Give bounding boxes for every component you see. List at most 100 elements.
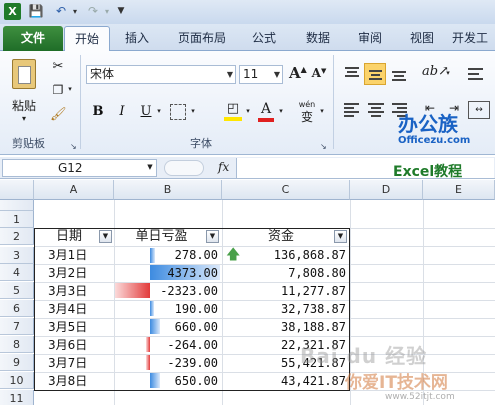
- tab-data[interactable]: 数据: [298, 26, 338, 51]
- insert-function-icon[interactable]: fx: [218, 160, 229, 174]
- date-cell[interactable]: 3月8日: [48, 373, 87, 390]
- fund-cell[interactable]: 38,188.87: [222, 319, 346, 336]
- shrink-font-button[interactable]: A▼: [311, 66, 327, 80]
- fund-cell[interactable]: 136,868.87: [222, 247, 346, 264]
- column-header-b[interactable]: B: [114, 180, 222, 200]
- align-center-button[interactable]: [366, 101, 386, 119]
- daily-pl-cell[interactable]: 660.00: [114, 319, 218, 336]
- fund-cell[interactable]: 7,808.80: [222, 265, 346, 282]
- row-header[interactable]: 7: [0, 318, 34, 335]
- daily-pl-cell[interactable]: 4373.00: [114, 265, 218, 282]
- fund-cell[interactable]: 43,421.87: [222, 373, 346, 390]
- tab-formulas[interactable]: 公式: [244, 26, 284, 51]
- fill-color-dropdown-icon[interactable]: ▾: [244, 107, 252, 115]
- column-header-e[interactable]: E: [423, 180, 495, 200]
- fund-cell[interactable]: 32,738.87: [222, 301, 346, 318]
- tab-view[interactable]: 视图: [402, 26, 442, 51]
- date-cell[interactable]: 3月3日: [48, 283, 87, 300]
- date-cell[interactable]: 3月4日: [48, 301, 87, 318]
- row-header[interactable]: 5: [0, 282, 34, 299]
- align-middle-button[interactable]: [364, 63, 386, 85]
- site-watermark: 你爱IT技术网: [345, 373, 448, 393]
- copy-icon[interactable]: ❐: [50, 83, 66, 97]
- customize-toolbar-icon[interactable]: ▼: [116, 3, 126, 20]
- tab-insert[interactable]: 插入: [117, 26, 157, 51]
- row-header[interactable]: 11: [0, 390, 34, 405]
- redo-dropdown-icon[interactable]: ▾: [103, 3, 111, 20]
- undo-dropdown-icon[interactable]: ▾: [71, 3, 79, 20]
- borders-icon[interactable]: [170, 104, 186, 120]
- cut-icon[interactable]: ✂: [50, 59, 66, 74]
- column-header-d[interactable]: D: [350, 180, 423, 200]
- row-header[interactable]: 10: [0, 372, 34, 389]
- save-icon[interactable]: 💾: [28, 3, 44, 20]
- date-cell[interactable]: 3月1日: [48, 247, 87, 264]
- date-cell[interactable]: 3月7日: [48, 355, 87, 372]
- italic-button[interactable]: I: [112, 102, 132, 122]
- fund-cell[interactable]: 11,277.87: [222, 283, 346, 300]
- grow-font-button[interactable]: A▲: [289, 64, 307, 82]
- font-size-value: 11: [243, 67, 259, 81]
- name-box[interactable]: G12: [2, 159, 157, 177]
- tab-home[interactable]: 开始: [64, 26, 110, 51]
- select-all-corner[interactable]: [0, 180, 34, 200]
- column-header-c[interactable]: C: [222, 180, 350, 200]
- tab-file[interactable]: 文件: [3, 26, 63, 51]
- align-left-button[interactable]: [342, 101, 362, 119]
- row-header[interactable]: 4: [0, 264, 34, 281]
- orientation-dropdown-icon[interactable]: ▾: [444, 69, 452, 77]
- brand-logo-url: Officezu.com: [398, 135, 471, 146]
- column-header-a[interactable]: A: [34, 180, 114, 200]
- paste-button[interactable]: 粘贴 ▾: [6, 57, 42, 125]
- daily-pl-cell[interactable]: 650.00: [114, 373, 218, 390]
- daily-pl-cell[interactable]: 190.00: [114, 301, 218, 318]
- font-name-combo[interactable]: 宋体 ▼: [86, 65, 236, 84]
- daily-pl-cell[interactable]: -264.00: [114, 337, 218, 354]
- group-separator: [333, 55, 334, 149]
- date-cell[interactable]: 3月2日: [48, 265, 87, 282]
- underline-button[interactable]: U: [136, 102, 156, 122]
- tab-page-layout[interactable]: 页面布局: [170, 26, 234, 51]
- fill-color-icon[interactable]: ◰: [224, 101, 242, 123]
- format-painter-icon[interactable]: 🖌: [50, 107, 67, 122]
- row-header[interactable]: 2: [0, 228, 34, 245]
- date-cell[interactable]: 3月6日: [48, 337, 87, 354]
- orientation-icon[interactable]: ab↗: [422, 64, 449, 79]
- font-color-dropdown-icon[interactable]: ▾: [277, 107, 285, 115]
- daily-pl-cell[interactable]: 278.00: [114, 247, 218, 264]
- font-size-combo[interactable]: 11 ▼: [239, 65, 283, 84]
- grow-font-label: A: [289, 64, 301, 82]
- formula-bar-resize-handle[interactable]: [164, 160, 204, 176]
- borders-dropdown-icon[interactable]: ▾: [189, 107, 197, 115]
- align-top-button[interactable]: [342, 65, 362, 83]
- font-color-icon[interactable]: A: [258, 101, 274, 123]
- row-header[interactable]: 8: [0, 336, 34, 353]
- tab-review[interactable]: 审阅: [350, 26, 390, 51]
- font-name-value: 宋体: [90, 67, 115, 81]
- excel-app-icon[interactable]: X: [4, 3, 21, 20]
- font-dialog-launcher-icon[interactable]: ↘: [320, 142, 327, 151]
- row-header[interactable]: 6: [0, 300, 34, 317]
- phonetic-guide-button[interactable]: wén 变: [296, 99, 318, 123]
- row-header[interactable]: 1: [0, 211, 34, 228]
- copy-dropdown-icon[interactable]: ▾: [66, 85, 74, 93]
- wrap-text-icon[interactable]: [466, 65, 486, 83]
- clipboard-dialog-launcher-icon[interactable]: ↘: [70, 142, 77, 151]
- daily-pl-cell[interactable]: -239.00: [114, 355, 218, 372]
- date-cell[interactable]: 3月5日: [48, 319, 87, 336]
- row-header[interactable]: 9: [0, 354, 34, 371]
- filter-dropdown-icon[interactable]: ▼: [99, 230, 112, 243]
- redo-icon[interactable]: ↷: [84, 3, 102, 20]
- tab-developer[interactable]: 开发工: [452, 26, 495, 51]
- bold-button[interactable]: B: [88, 102, 108, 122]
- daily-pl-cell[interactable]: -2323.00: [114, 283, 218, 300]
- ribbon-tab-bar: 文件 开始 插入 页面布局 公式 数据 审阅 视图 开发工: [0, 24, 495, 51]
- row-header[interactable]: 3: [0, 247, 34, 264]
- align-bottom-button[interactable]: [389, 65, 409, 83]
- undo-icon[interactable]: ↶: [52, 3, 70, 20]
- underline-dropdown-icon[interactable]: ▾: [155, 107, 163, 115]
- phonetic-dropdown-icon[interactable]: ▾: [318, 107, 326, 115]
- filter-dropdown-icon[interactable]: ▼: [334, 230, 347, 243]
- name-box-dropdown-icon[interactable]: ▼: [146, 163, 154, 171]
- filter-dropdown-icon[interactable]: ▼: [206, 230, 219, 243]
